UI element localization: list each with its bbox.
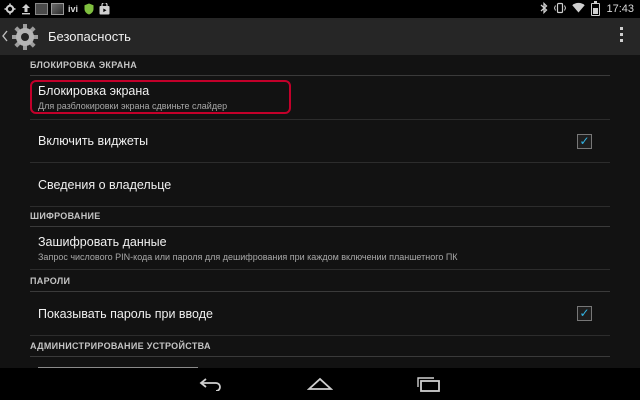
image-notification-icon bbox=[51, 3, 64, 15]
back-icon[interactable] bbox=[197, 374, 227, 394]
setting-subtitle: Запрос числового PIN-кода или пароля для… bbox=[38, 251, 458, 262]
settings-list[interactable]: БЛОКИРОВКА ЭКРАНА Блокировка экрана Для … bbox=[0, 55, 640, 368]
setting-title: Блокировка экрана bbox=[38, 84, 150, 98]
recent-apps-icon[interactable] bbox=[414, 374, 444, 394]
enable-widgets-checkbox[interactable]: ✓ bbox=[577, 134, 592, 149]
gear-notification-icon bbox=[3, 3, 16, 15]
setting-title: Зашифровать данные bbox=[38, 234, 167, 249]
checkmark-icon: ✓ bbox=[579, 133, 590, 148]
navigation-bar bbox=[0, 368, 640, 400]
setting-title: Сведения о владельце bbox=[38, 177, 172, 192]
store-icon bbox=[98, 3, 111, 15]
overflow-menu-icon[interactable] bbox=[620, 27, 624, 42]
setting-enable-widgets[interactable]: Включить виджеты ✓ bbox=[30, 120, 610, 163]
wifi-icon bbox=[572, 2, 586, 16]
upload-icon bbox=[19, 3, 32, 15]
bluetooth-icon bbox=[540, 1, 548, 17]
show-password-checkbox[interactable]: ✓ bbox=[577, 306, 592, 321]
section-header-passwords: ПАРОЛИ bbox=[30, 271, 610, 292]
shield-icon bbox=[82, 3, 95, 15]
system-status-icons: 17:43 bbox=[540, 0, 640, 17]
image-notification-icon bbox=[35, 3, 48, 15]
setting-subtitle: Для разблокировки экрана сдвиньте слайде… bbox=[38, 101, 228, 111]
clock: 17:43 bbox=[606, 3, 634, 15]
settings-gear-icon[interactable] bbox=[10, 22, 40, 52]
ivi-app-icon: ivi bbox=[68, 3, 79, 14]
setting-title: Включить виджеты bbox=[38, 134, 149, 148]
setting-owner-info[interactable]: Сведения о владельце bbox=[30, 163, 610, 207]
section-header-encryption: ШИФРОВАНИЕ bbox=[30, 206, 610, 227]
setting-show-password[interactable]: Показывать пароль при вводе ✓ bbox=[30, 292, 610, 336]
notification-icons: ivi bbox=[0, 3, 111, 15]
action-bar: Безопасность bbox=[0, 18, 640, 55]
checkmark-icon: ✓ bbox=[579, 305, 590, 320]
setting-title: Показывать пароль при вводе bbox=[38, 306, 213, 321]
home-icon[interactable] bbox=[305, 374, 335, 394]
setting-encrypt-data[interactable]: Зашифровать данные Запрос числового PIN-… bbox=[30, 227, 610, 270]
battery-icon bbox=[591, 0, 601, 16]
section-header-device-admin: АДМИНИСТРИРОВАНИЕ УСТРОЙСТВА bbox=[30, 336, 610, 357]
setting-screen-lock[interactable]: Блокировка экрана Для разблокировки экра… bbox=[30, 76, 610, 120]
page-title: Безопасность bbox=[48, 29, 131, 44]
vibrate-icon bbox=[554, 2, 567, 17]
up-navigation-icon[interactable] bbox=[2, 30, 10, 44]
status-bar: ivi 17:43 bbox=[0, 0, 640, 18]
section-header-screen-lock: БЛОКИРОВКА ЭКРАНА bbox=[30, 55, 610, 76]
